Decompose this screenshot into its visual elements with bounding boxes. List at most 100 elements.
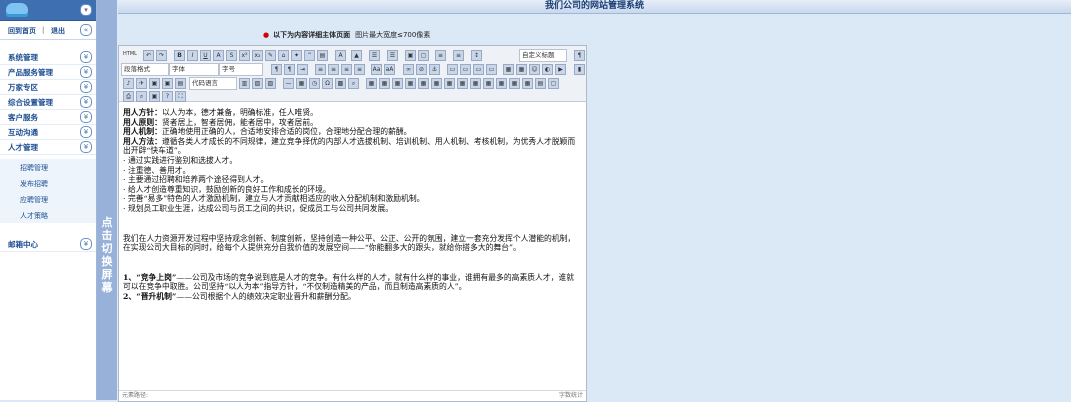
- chevron-up-icon[interactable]: ¥: [80, 141, 92, 153]
- clear-format-icon[interactable]: ✎: [265, 50, 276, 61]
- special-chars-icon[interactable]: Ω: [322, 78, 333, 89]
- preview-icon[interactable]: ⌕: [136, 91, 147, 102]
- toggle-screen-strip[interactable]: 点击切换屏幕: [97, 0, 117, 400]
- wordimage-icon[interactable]: ▩: [335, 78, 346, 89]
- bold-icon[interactable]: B: [174, 50, 185, 61]
- image-left-icon[interactable]: ▭: [460, 64, 471, 75]
- insert-row-icon[interactable]: ▦: [405, 78, 416, 89]
- custom-title-select[interactable]: 自定义标题: [519, 49, 567, 62]
- home-link[interactable]: 回到首页: [8, 26, 36, 36]
- chevron-down-icon[interactable]: ¥: [80, 238, 92, 250]
- undo-icon[interactable]: ↶: [143, 50, 154, 61]
- gmap-icon[interactable]: ▣: [162, 78, 173, 89]
- chevron-down-icon[interactable]: ¥: [80, 81, 92, 93]
- menu-item-mail[interactable]: 邮箱中心 ¥: [0, 237, 96, 252]
- subscript-icon[interactable]: x₂: [252, 50, 263, 61]
- chevron-down-icon[interactable]: ¥: [80, 111, 92, 123]
- background-icon[interactable]: ▧: [252, 78, 263, 89]
- underline-icon[interactable]: U: [200, 50, 211, 61]
- map-icon[interactable]: ▣: [149, 78, 160, 89]
- merge-down-icon[interactable]: ▦: [483, 78, 494, 89]
- help-icon[interactable]: ?: [162, 91, 173, 102]
- delete-col-icon[interactable]: ▦: [444, 78, 455, 89]
- clear-doc-icon[interactable]: ▢: [418, 50, 429, 61]
- source-button[interactable]: HTML: [121, 49, 137, 60]
- video-icon[interactable]: ▶: [555, 64, 566, 75]
- paragraph-format-select[interactable]: 段落格式: [121, 63, 169, 76]
- submenu-item-strategy[interactable]: 人才策略: [0, 207, 96, 223]
- split-rows-icon[interactable]: ▦: [509, 78, 520, 89]
- align-right-icon[interactable]: ≡: [341, 64, 352, 75]
- date-icon[interactable]: ▦: [296, 78, 307, 89]
- select-all-icon[interactable]: ▤: [317, 50, 328, 61]
- redo-icon[interactable]: ↷: [156, 50, 167, 61]
- strikethrough-icon[interactable]: S: [226, 50, 237, 61]
- chart-icon[interactable]: ▤: [535, 78, 546, 89]
- chevron-down-icon[interactable]: ¥: [80, 51, 92, 63]
- attachment-icon[interactable]: ▮: [574, 64, 585, 75]
- logout-link[interactable]: 退出: [51, 26, 65, 36]
- edit-tip-icon[interactable]: ▢: [548, 78, 559, 89]
- insert-col-icon[interactable]: ▦: [431, 78, 442, 89]
- delete-table-icon[interactable]: ▦: [379, 78, 390, 89]
- rich-text-editor[interactable]: HTML ↶ ↷ B I U A S x² x₂ ✎ ⌂ ✦ “ ▤ A ▲ ☰…: [118, 45, 587, 402]
- row-spacing-top-icon[interactable]: ≡: [435, 50, 446, 61]
- split-cells-icon[interactable]: ▦: [496, 78, 507, 89]
- chevron-down-icon[interactable]: ¥: [80, 66, 92, 78]
- submenu-item-applications[interactable]: 应聘管理: [0, 191, 96, 207]
- italic-icon[interactable]: I: [187, 50, 198, 61]
- submenu-item-recruit-manage[interactable]: 招聘管理: [0, 159, 96, 175]
- attach-file-icon[interactable]: ✈: [136, 78, 147, 89]
- menu-item-zone[interactable]: 万家专区 ¥: [0, 80, 96, 95]
- print-icon[interactable]: ⎙: [123, 91, 134, 102]
- select-icon[interactable]: ▣: [405, 50, 416, 61]
- anchor-icon[interactable]: ⚓: [429, 64, 440, 75]
- auto-format-icon[interactable]: ✦: [291, 50, 302, 61]
- page-break-icon[interactable]: ▨: [265, 78, 276, 89]
- insert-table-icon[interactable]: ▦: [366, 78, 377, 89]
- row-spacing-bottom-icon[interactable]: ≡: [453, 50, 464, 61]
- emotion-icon[interactable]: ☺: [529, 64, 540, 75]
- insert-para-before-icon[interactable]: ▦: [392, 78, 403, 89]
- font-color-icon[interactable]: A: [335, 50, 346, 61]
- split-cols-icon[interactable]: ▦: [522, 78, 533, 89]
- align-left-icon[interactable]: ≡: [315, 64, 326, 75]
- music-icon[interactable]: ♪: [123, 78, 134, 89]
- uppercase-icon[interactable]: Aa: [371, 64, 382, 75]
- menu-item-system[interactable]: 系统管理 ¥: [0, 50, 96, 65]
- paragraph-icon[interactable]: ¶: [574, 50, 585, 61]
- screenshot-icon[interactable]: ◐: [542, 64, 553, 75]
- menu-item-settings[interactable]: 综合设置管理 ¥: [0, 95, 96, 110]
- image-center-icon[interactable]: ▭: [486, 64, 497, 75]
- rtl-icon[interactable]: ¶: [284, 64, 295, 75]
- line-height-icon[interactable]: ↕: [471, 50, 482, 61]
- unordered-list-icon[interactable]: ☰: [387, 50, 398, 61]
- menu-item-talent[interactable]: 人才管理 ¥: [0, 140, 96, 155]
- search-replace-icon[interactable]: ⌕: [348, 78, 359, 89]
- merge-right-icon[interactable]: ▦: [470, 78, 481, 89]
- bg-color-icon[interactable]: ▲: [351, 50, 362, 61]
- menu-item-customer[interactable]: 客户服务 ¥: [0, 110, 96, 125]
- ordered-list-icon[interactable]: ☰: [369, 50, 380, 61]
- drafts-icon[interactable]: ▣: [149, 91, 160, 102]
- align-center-icon[interactable]: ≡: [328, 64, 339, 75]
- time-icon[interactable]: ◷: [309, 78, 320, 89]
- image-icon[interactable]: ▦: [503, 64, 514, 75]
- superscript-icon[interactable]: x²: [239, 50, 250, 61]
- link-icon[interactable]: ∞: [403, 64, 414, 75]
- font-size-select[interactable]: 字号: [219, 63, 263, 76]
- menu-item-products[interactable]: 产品服务管理 ¥: [0, 65, 96, 80]
- delete-row-icon[interactable]: ▦: [418, 78, 429, 89]
- image-right-icon[interactable]: ▭: [473, 64, 484, 75]
- border-icon[interactable]: A: [213, 50, 224, 61]
- multi-image-icon[interactable]: ▦: [516, 64, 527, 75]
- quote-icon[interactable]: “: [304, 50, 315, 61]
- chevron-down-icon[interactable]: ¥: [80, 126, 92, 138]
- horizontal-rule-icon[interactable]: —: [283, 78, 294, 89]
- template-icon[interactable]: ▥: [239, 78, 250, 89]
- unlink-icon[interactable]: ⊘: [416, 64, 427, 75]
- indent-icon[interactable]: ⇥: [297, 64, 308, 75]
- merge-cells-icon[interactable]: ▦: [457, 78, 468, 89]
- justify-icon[interactable]: ≡: [354, 64, 365, 75]
- format-painter-icon[interactable]: ⌂: [278, 50, 289, 61]
